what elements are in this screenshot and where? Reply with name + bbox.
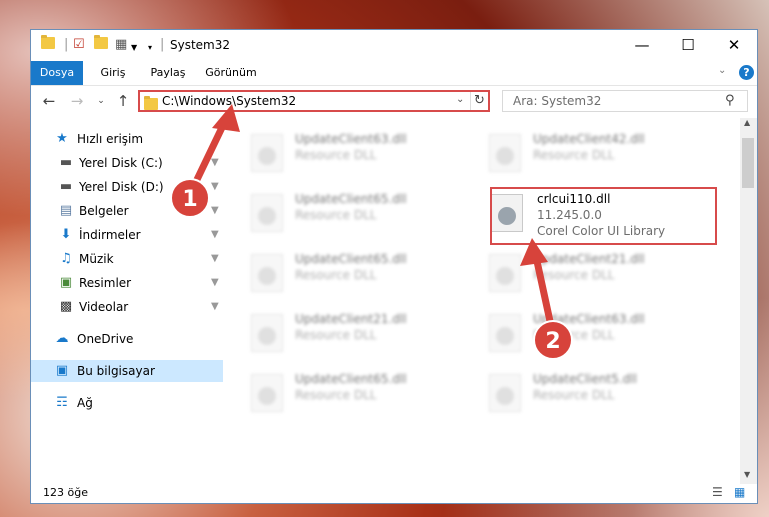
annotation-arrows — [188, 104, 557, 339]
annotation-badge-1: 1 — [170, 178, 210, 218]
annotation-arrow-2-head — [520, 238, 548, 266]
annotation-badge-2: 2 — [533, 320, 573, 360]
annotation-arrow-1-head — [212, 104, 240, 132]
